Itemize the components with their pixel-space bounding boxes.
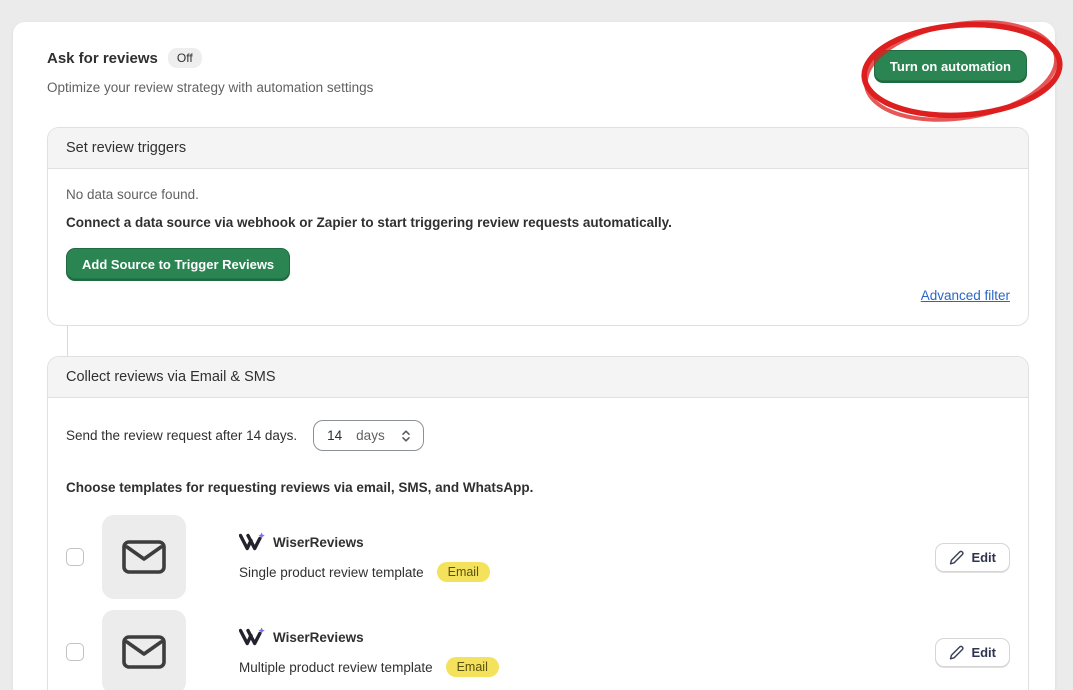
channel-badge: Email — [446, 657, 499, 677]
edit-template-button[interactable]: Edit — [935, 638, 1010, 667]
template-info: WiserReviews Single product review templ… — [239, 532, 490, 582]
delay-row: Send the review request after 14 days. 1… — [66, 420, 1010, 451]
no-data-source-text: No data source found. — [66, 187, 1010, 202]
page-header-text: Ask for reviews Off Optimize your review… — [47, 48, 373, 95]
template-name: Multiple product review template — [239, 660, 433, 675]
template-checkbox[interactable] — [66, 643, 84, 661]
delay-select[interactable]: 14 days — [313, 420, 424, 451]
page-title: Ask for reviews — [47, 50, 158, 67]
edit-button-label: Edit — [971, 550, 996, 565]
collect-reviews-card: Collect reviews via Email & SMS Send the… — [47, 356, 1029, 690]
set-review-triggers-body: No data source found. Connect a data sou… — [48, 169, 1028, 325]
template-row-multiple-product: WiserReviews Multiple product review tem… — [66, 610, 1010, 690]
delay-value: 14 — [327, 428, 342, 443]
templates-heading: Choose templates for requesting reviews … — [66, 480, 1010, 495]
advanced-filter-link[interactable]: Advanced filter — [921, 288, 1010, 303]
automation-settings-panel: Ask for reviews Off Optimize your review… — [13, 22, 1055, 690]
wiserreviews-logo-icon — [239, 627, 265, 647]
connect-data-source-text: Connect a data source via webhook or Zap… — [66, 215, 1010, 230]
set-review-triggers-title: Set review triggers — [48, 128, 1028, 169]
page-subtitle: Optimize your review strategy with autom… — [47, 80, 373, 95]
brand-name: WiserReviews — [273, 535, 364, 550]
collect-reviews-title: Collect reviews via Email & SMS — [48, 357, 1028, 398]
template-thumbnail[interactable] — [102, 610, 186, 690]
turn-on-automation-button[interactable]: Turn on automation — [874, 50, 1027, 83]
template-thumbnail[interactable] — [102, 515, 186, 599]
page-header: Ask for reviews Off Optimize your review… — [47, 48, 1029, 95]
template-row-single-product: WiserReviews Single product review templ… — [66, 515, 1010, 599]
status-badge: Off — [168, 48, 202, 68]
delay-sentence: Send the review request after 14 days. — [66, 428, 297, 443]
template-checkbox[interactable] — [66, 548, 84, 566]
pencil-icon — [949, 645, 964, 660]
set-review-triggers-card: Set review triggers No data source found… — [47, 127, 1029, 326]
collect-reviews-body: Send the review request after 14 days. 1… — [48, 398, 1028, 690]
pencil-icon — [949, 550, 964, 565]
add-source-button[interactable]: Add Source to Trigger Reviews — [66, 248, 290, 281]
envelope-icon — [121, 634, 167, 670]
card-connector-line — [67, 326, 68, 356]
delay-unit-label: days — [356, 428, 385, 443]
channel-badge: Email — [437, 562, 490, 582]
edit-button-label: Edit — [971, 645, 996, 660]
edit-template-button[interactable]: Edit — [935, 543, 1010, 572]
envelope-icon — [121, 539, 167, 575]
template-name: Single product review template — [239, 565, 424, 580]
brand-name: WiserReviews — [273, 630, 364, 645]
up-down-caret-icon — [399, 428, 413, 444]
template-info: WiserReviews Multiple product review tem… — [239, 627, 499, 677]
wiserreviews-logo-icon — [239, 532, 265, 552]
